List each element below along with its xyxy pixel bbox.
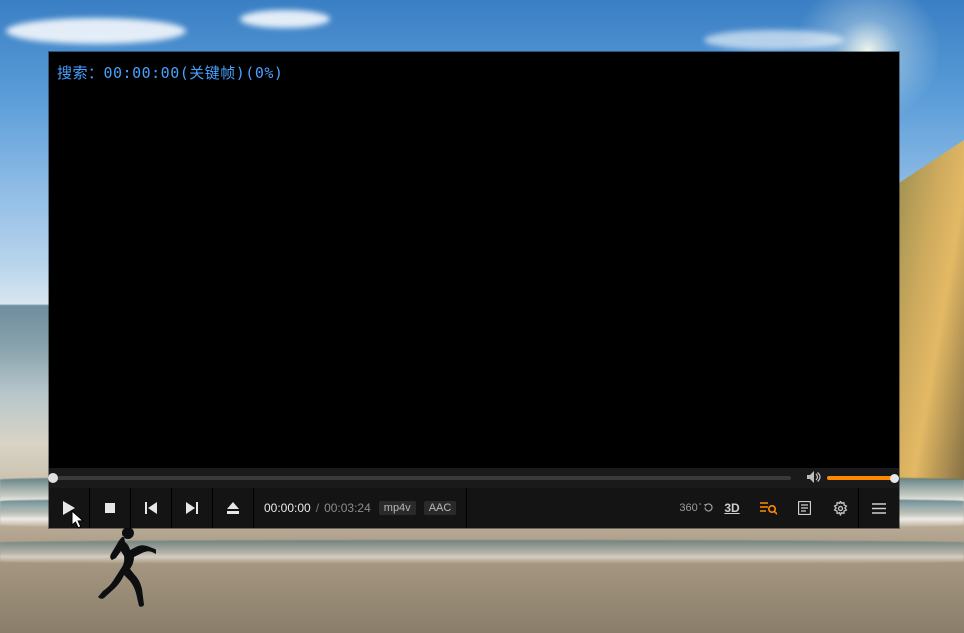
stop-icon [105,503,115,513]
menu-button[interactable] [859,488,899,528]
volume-slider[interactable] [827,476,895,480]
3d-button[interactable]: 3D [714,488,750,528]
refresh-arrow-icon [704,503,713,512]
next-button[interactable] [172,488,213,528]
playlist-search-icon [759,501,777,515]
stop-button[interactable] [90,488,131,528]
eject-icon [227,502,239,514]
audio-codec-badge: AAC [424,501,457,515]
settings-button[interactable] [822,488,859,528]
time-display: 00:00:00 / 00:03:24 mp4v AAC [254,488,467,528]
time-current: 00:00:00 [264,501,311,515]
chapters-button[interactable] [786,488,822,528]
skip-previous-icon [145,502,157,514]
control-bar: 00:00:00 / 00:03:24 mp4v AAC 360° 3D [49,488,899,528]
seek-handle[interactable] [48,473,58,483]
skip-next-icon [186,502,198,514]
time-total: 00:03:24 [324,501,371,515]
video-codec-badge: mp4v [379,501,416,515]
wallpaper-runner-figure [86,522,156,612]
chapters-icon [798,501,811,515]
vr360-label: 360° [679,503,712,514]
previous-button[interactable] [131,488,172,528]
3d-label: 3D [724,501,739,515]
open-eject-button[interactable] [213,488,254,528]
video-area[interactable]: 搜索：00:00:00(关键帧)(0%) [49,52,899,468]
gear-icon [833,501,848,516]
playlist-search-button[interactable] [750,488,786,528]
hamburger-icon [872,503,886,514]
time-separator: / [316,501,319,515]
volume-handle[interactable] [890,474,899,483]
play-icon [63,501,75,515]
play-button[interactable] [49,488,90,528]
osd-seek-status: 搜索：00:00:00(关键帧)(0%) [57,62,283,83]
seek-bar-row [49,468,899,488]
vr360-button[interactable]: 360° [678,488,714,528]
seek-slider[interactable] [53,476,791,480]
volume-icon[interactable] [805,471,823,486]
media-player-window: 搜索：00:00:00(关键帧)(0%) 00: [49,52,899,528]
